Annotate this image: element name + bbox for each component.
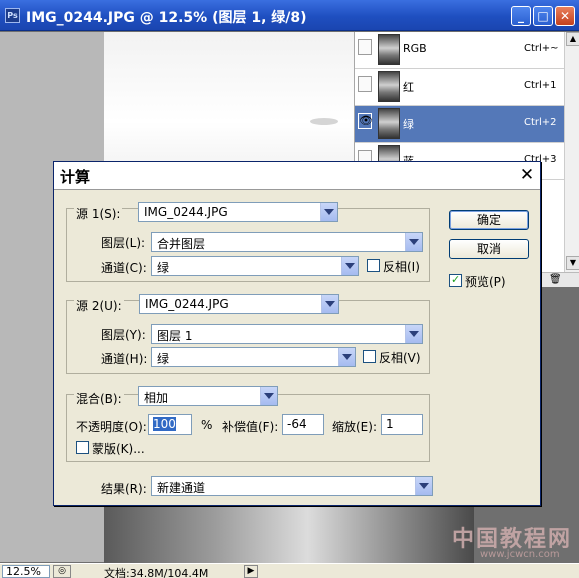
info-icon: ◎ [58,566,66,576]
chevron-down-icon [338,348,355,366]
source1-layer-value: 合并图层 [157,237,206,251]
channel-row-red[interactable]: 红 Ctrl+1 [355,69,564,106]
source1-channel-value: 绿 [157,261,170,275]
chevron-down-icon [405,325,422,343]
document-canvas[interactable] [104,32,354,182]
opacity-percent: % [201,418,213,432]
offset-input[interactable]: -64 [282,414,324,435]
status-bar: 12.5% ◎ 文档:34.8M/104.4M ▶ [0,563,579,578]
triangle-right-icon: ▶ [247,566,255,576]
dialog-title-bar[interactable]: 计算 ✕ [54,162,540,190]
canvas-detail [310,118,338,125]
chevron-down-icon [405,233,422,251]
visibility-toggle[interactable] [358,76,372,92]
source1-layer-label: 图层(L): [101,236,146,250]
triangle-up-icon: ▲ [569,34,577,43]
minimize-icon: _ [518,9,524,23]
source2-channel-select[interactable]: 绿 [151,347,356,367]
ok-button[interactable]: 确定 [449,210,529,230]
blending-mode-value: 相加 [144,391,169,405]
photoshop-app-icon: Ps [5,8,20,23]
channel-shortcut: Ctrl+1 [524,80,557,91]
chevron-down-icon [260,387,277,405]
source2-layer-select[interactable]: 图层 1 [151,324,423,344]
opacity-value: 100 [153,417,176,431]
scroll-up-button[interactable]: ▲ [566,32,579,46]
source2-file-value: IMG_0244.JPG [145,297,229,311]
result-value: 新建通道 [157,481,206,495]
document-size-info: 文档:34.8M/104.4M [104,567,209,578]
channel-shortcut: Ctrl+2 [524,117,557,128]
preview-label: 预览(P) [465,275,506,289]
close-window-button[interactable]: ✕ [555,6,575,26]
blending-mode-select[interactable]: 相加 [138,386,278,406]
channels-scrollbar[interactable]: ▲ ▼ [564,32,579,272]
status-info-button[interactable]: ◎ [53,565,71,578]
channel-thumbnail [378,108,400,139]
result-label: 结果(R): [101,482,147,496]
close-icon: ✕ [559,9,571,23]
source2-channel-label: 通道(H): [101,352,148,366]
channel-shortcut: Ctrl+~ [524,43,559,54]
source1-invert-checkbox[interactable] [367,259,380,272]
opacity-label: 不透明度(O): [76,420,147,434]
dialog-title: 计算 [60,168,91,186]
dialog-close-button[interactable]: ✕ [517,166,537,186]
source1-file-select[interactable]: IMG_0244.JPG [138,202,338,222]
source1-invert-label: 反相(I) [383,260,420,274]
mask-label: 蒙版(K)... [92,442,145,456]
close-icon: ✕ [519,165,535,185]
source2-invert-label: 反相(V) [379,351,421,365]
channel-name: RGB [403,42,427,55]
minimize-button[interactable]: _ [511,6,531,26]
chevron-down-icon [415,477,432,495]
channel-name: 绿 [403,118,414,131]
scroll-down-button[interactable]: ▼ [566,256,579,270]
chevron-down-icon [341,257,358,275]
source2-layer-value: 图层 1 [157,329,193,343]
channel-row-green[interactable]: 👁 绿 Ctrl+2 [355,106,564,143]
document-title-bar[interactable]: Ps IMG_0244.JPG @ 12.5% (图层 1, 绿/8) _ □ … [0,0,579,31]
mask-checkbox[interactable] [76,441,89,454]
visibility-toggle[interactable]: 👁 [358,113,373,129]
source2-layer-label: 图层(Y): [101,328,146,342]
channel-name: 红 [403,81,414,94]
offset-label: 补偿值(F): [222,420,279,434]
channel-thumbnail [378,71,400,102]
source1-label: 源 1(S): [74,205,123,222]
zoom-level-field[interactable]: 12.5% [2,565,50,578]
maximize-icon: □ [537,9,549,23]
result-select[interactable]: 新建通道 [151,476,433,496]
channel-row-rgb[interactable]: RGB Ctrl+~ [355,32,564,69]
blending-label: 混合(B): [74,390,124,407]
source2-label: 源 2(U): [74,297,124,314]
calculations-dialog: 计算 ✕ 源 1(S): IMG_0244.JPG 图层(L): 合并图层 通道… [53,161,541,506]
eye-icon: 👁 [359,114,373,127]
source1-file-value: IMG_0244.JPG [144,205,228,219]
source1-layer-select[interactable]: 合并图层 [151,232,423,252]
channel-thumbnail [378,34,400,65]
opacity-input[interactable]: 100 [148,414,192,435]
source2-invert-checkbox[interactable] [363,350,376,363]
document-title: IMG_0244.JPG @ 12.5% (图层 1, 绿/8) [26,10,307,26]
source1-channel-select[interactable]: 绿 [151,256,359,276]
maximize-button[interactable]: □ [533,6,553,26]
source2-file-select[interactable]: IMG_0244.JPG [139,294,339,314]
chevron-down-icon [321,295,338,313]
watermark-url: www.jcwcn.com [480,549,560,560]
source2-channel-value: 绿 [157,352,170,366]
scale-input[interactable]: 1 [381,414,423,435]
preview-checkbox[interactable] [449,273,462,287]
scale-label: 缩放(E): [332,420,377,434]
status-menu-arrow[interactable]: ▶ [244,565,258,578]
source1-channel-label: 通道(C): [101,261,147,275]
trash-icon[interactable]: 🗑 [549,274,562,286]
visibility-toggle[interactable] [358,39,372,55]
cancel-button[interactable]: 取消 [449,239,529,259]
document-photo-preview[interactable] [104,505,474,563]
chevron-down-icon [320,203,337,221]
triangle-down-icon: ▼ [569,258,577,267]
